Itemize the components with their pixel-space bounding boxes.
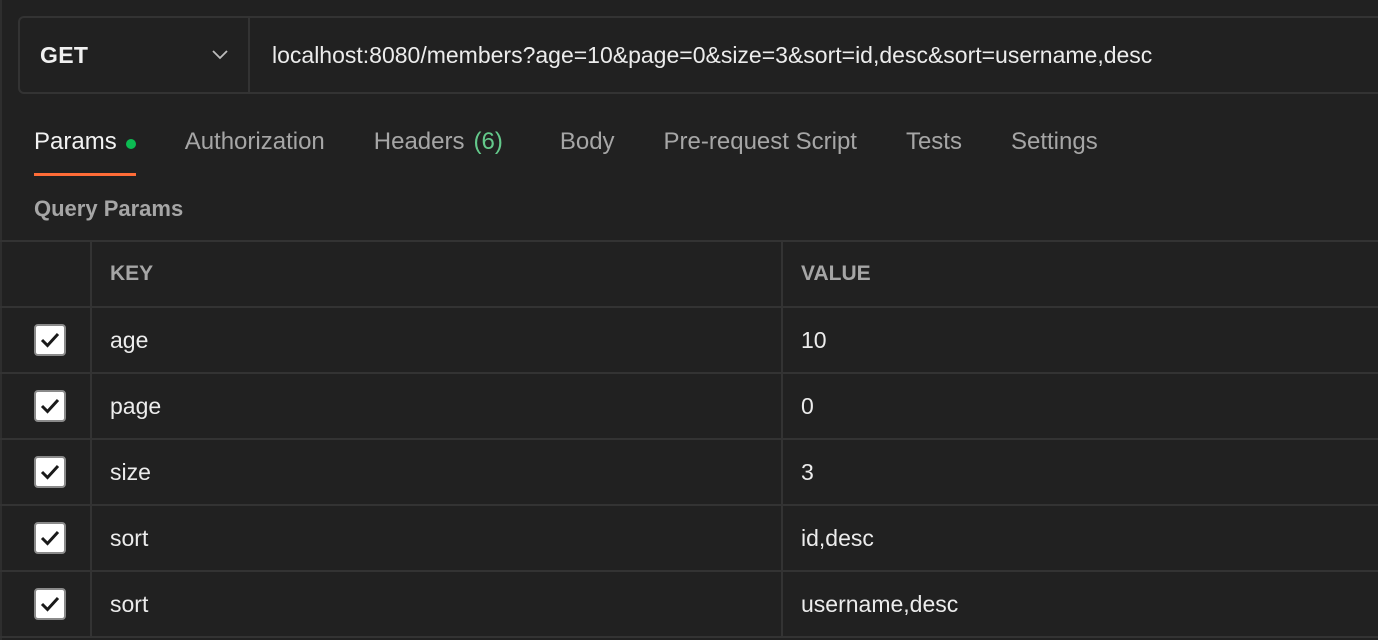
tab-label: Headers — [373, 128, 465, 155]
param-checkbox[interactable] — [34, 390, 66, 422]
param-checkbox[interactable] — [34, 324, 66, 356]
param-value[interactable]: 10 — [783, 308, 1378, 372]
check-cell — [0, 374, 92, 438]
url-input[interactable]: localhost:8080/members?age=10&page=0&siz… — [250, 18, 1378, 92]
method-select[interactable]: GET — [20, 18, 250, 92]
check-cell — [0, 308, 92, 372]
param-value[interactable]: id,desc — [783, 506, 1378, 570]
request-bar: GET localhost:8080/members?age=10&page=0… — [18, 16, 1378, 94]
table-header-row: KEY VALUE — [0, 242, 1378, 308]
method-label: GET — [40, 41, 89, 68]
param-key[interactable]: sort — [92, 506, 783, 570]
checkmark-icon — [40, 332, 60, 348]
tab-body[interactable]: Body — [560, 122, 615, 176]
value-column-header: VALUE — [801, 262, 871, 285]
header-check-cell — [0, 242, 92, 306]
param-checkbox[interactable] — [34, 588, 66, 620]
key-column-header: KEY — [92, 242, 783, 306]
headers-count-badge: (6) — [473, 128, 503, 155]
tab-params[interactable]: Params — [34, 122, 136, 176]
tab-pre-request-script[interactable]: Pre-request Script — [664, 122, 857, 176]
query-params-table: KEY VALUE age 10 page 0 size 3 sort id,d… — [0, 240, 1378, 638]
chevron-down-icon — [212, 47, 228, 63]
tab-label: Params — [34, 128, 117, 155]
table-row: age 10 — [0, 308, 1378, 374]
param-value[interactable]: username,desc — [783, 572, 1378, 636]
param-checkbox[interactable] — [34, 522, 66, 554]
tab-label: Pre-request Script — [663, 128, 857, 155]
checkmark-icon — [40, 596, 60, 612]
checkmark-icon — [40, 464, 60, 480]
tab-label: Settings — [1010, 128, 1098, 155]
check-cell — [0, 506, 92, 570]
table-row: sort username,desc — [0, 572, 1378, 638]
table-row: page 0 — [0, 374, 1378, 440]
param-value[interactable]: 3 — [783, 440, 1378, 504]
param-key[interactable]: age — [92, 308, 783, 372]
param-key[interactable]: sort — [92, 572, 783, 636]
table-row: size 3 — [0, 440, 1378, 506]
param-key[interactable]: page — [92, 374, 783, 438]
params-active-dot-icon — [125, 139, 136, 149]
check-cell — [0, 572, 92, 636]
param-value[interactable]: 0 — [783, 374, 1378, 438]
param-checkbox[interactable] — [34, 456, 66, 488]
checkmark-icon — [40, 530, 60, 546]
tab-label: Tests — [905, 128, 962, 155]
tab-label: Body — [559, 128, 615, 155]
tab-label: Authorization — [184, 128, 325, 155]
param-key[interactable]: size — [92, 440, 783, 504]
request-tabs: Params Authorization Headers (6) Body Pr… — [34, 122, 1147, 178]
check-cell — [0, 440, 92, 504]
tab-settings[interactable]: Settings — [1011, 122, 1098, 176]
checkmark-icon — [40, 398, 60, 414]
table-row: sort id,desc — [0, 506, 1378, 572]
request-editor: GET localhost:8080/members?age=10&page=0… — [0, 0, 1378, 640]
tab-headers[interactable]: Headers (6) — [374, 122, 503, 176]
tab-authorization[interactable]: Authorization — [185, 122, 325, 176]
tab-tests[interactable]: Tests — [906, 122, 962, 176]
query-params-title: Query Params — [34, 196, 184, 221]
